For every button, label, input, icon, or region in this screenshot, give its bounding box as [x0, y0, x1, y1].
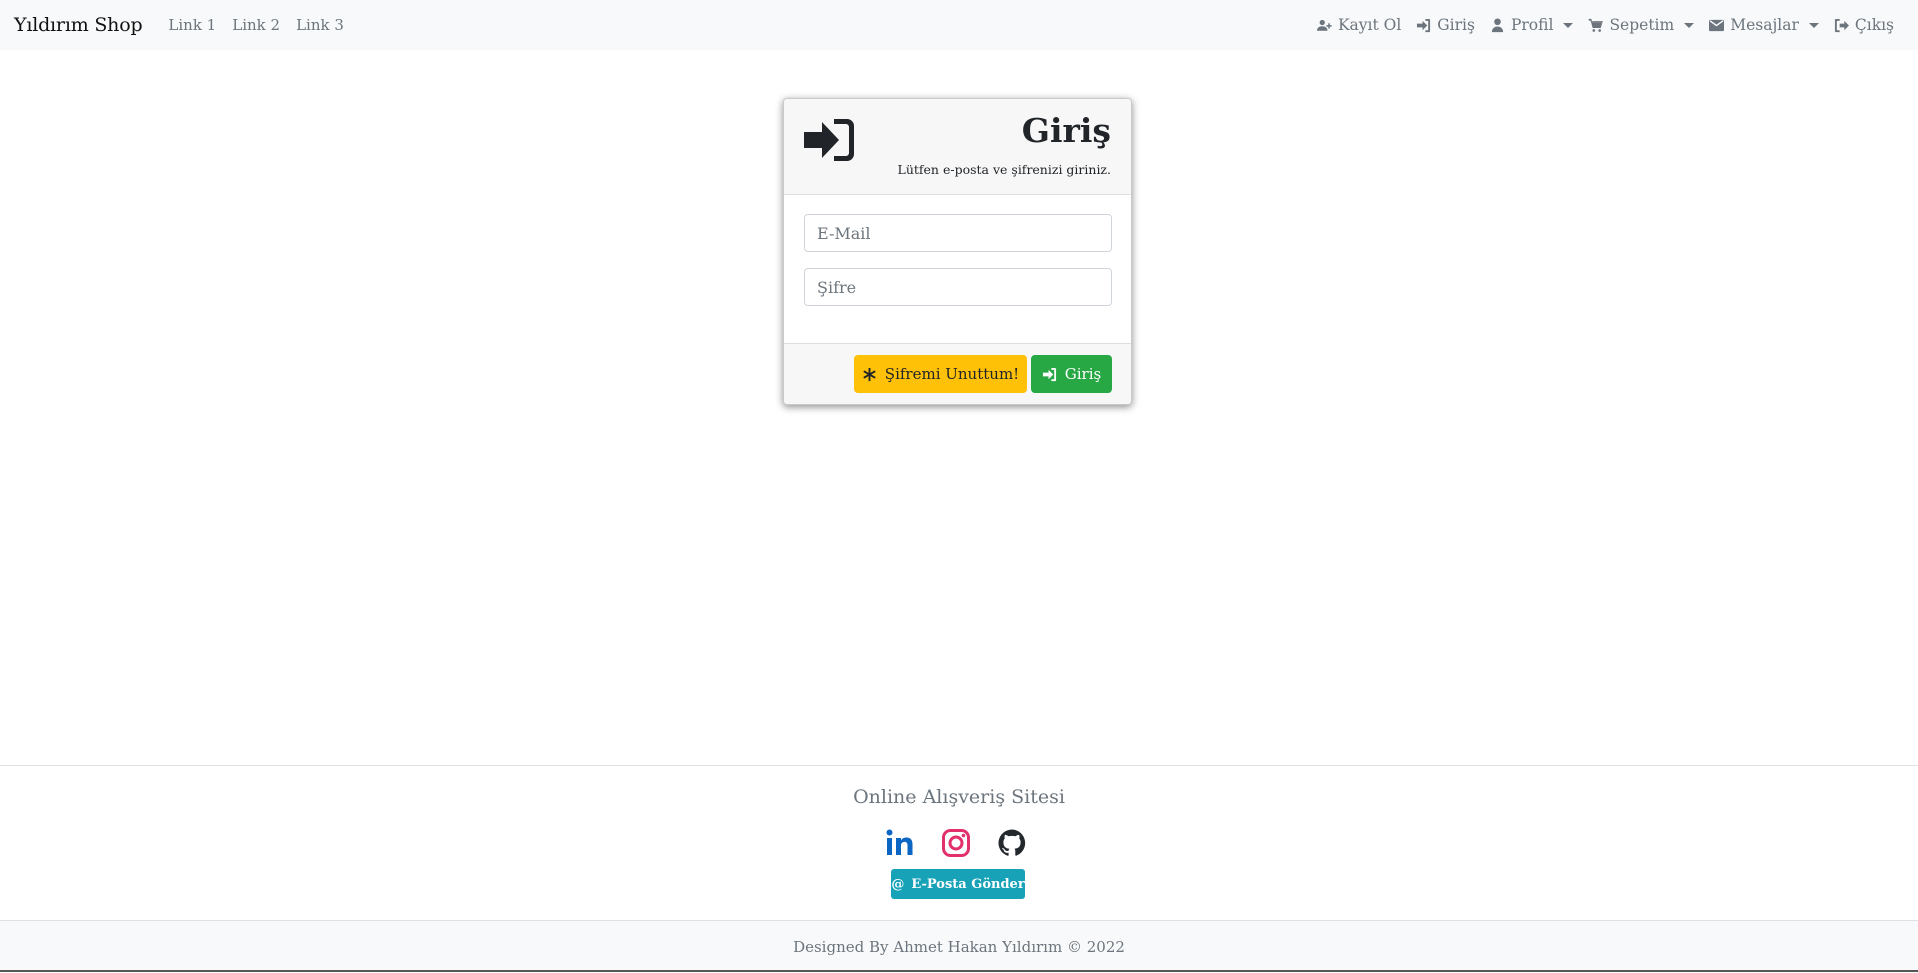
nav-link-1[interactable]: Link 1: [168, 16, 216, 34]
navbar: Yıldırım Shop Link 1 Link 2 Link 3 Kayıt…: [0, 0, 1918, 50]
social-links: [885, 828, 1027, 858]
footer-title: Online Alışveriş Sitesi: [853, 786, 1065, 808]
nav-link-3[interactable]: Link 3: [296, 16, 344, 34]
at-sign-icon: @: [891, 876, 905, 892]
nav-logout[interactable]: Çıkış: [1834, 16, 1894, 34]
send-email-label: E-Posta Gönder: [911, 876, 1025, 892]
nav-right: Kayıt Ol Giriş Profil Sepetim Mesajlar Ç…: [1316, 16, 1904, 34]
login-button-label: Giriş: [1064, 365, 1102, 383]
site-footer: Online Alışveriş Sitesi @ E-Posta Gönder…: [0, 765, 1918, 973]
nav-login-label: Giriş: [1437, 16, 1475, 34]
login-card-footer: Şifremi Unuttum! Giriş: [784, 343, 1131, 404]
send-email-button[interactable]: @ E-Posta Gönder: [891, 869, 1025, 899]
login-title: Giriş: [1021, 111, 1111, 150]
login-subtitle: Lütfen e-posta ve şifrenizi giriniz.: [897, 162, 1111, 177]
password-input[interactable]: [804, 268, 1112, 306]
forgot-password-label: Şifremi Unuttum!: [884, 365, 1020, 383]
nav-register[interactable]: Kayıt Ol: [1316, 16, 1402, 34]
user-icon: [1491, 17, 1504, 32]
nav-cart-dropdown[interactable]: Sepetim: [1588, 16, 1695, 34]
copyright-text: Designed By Ahmet Hakan Yıldırım © 2022: [793, 938, 1125, 956]
nav-profile-dropdown[interactable]: Profil: [1490, 16, 1574, 34]
asterisk-icon: [863, 367, 876, 381]
nav-messages-label: Mesajlar: [1730, 16, 1799, 34]
login-card-header: Giriş Lütfen e-posta ve şifrenizi girini…: [784, 99, 1131, 195]
nav-link-2[interactable]: Link 2: [232, 16, 280, 34]
copyright-bar: Designed By Ahmet Hakan Yıldırım © 2022: [0, 920, 1918, 973]
sign-out-icon: [1834, 18, 1849, 32]
sign-in-icon: [804, 119, 854, 161]
linkedin-icon[interactable]: [885, 828, 915, 858]
bottom-divider: [0, 970, 1918, 972]
user-plus-icon: [1316, 19, 1332, 31]
nav-messages-dropdown[interactable]: Mesajlar: [1709, 16, 1819, 34]
nav-login[interactable]: Giriş: [1416, 16, 1475, 34]
envelope-icon: [1709, 19, 1725, 31]
sign-in-icon: [1417, 18, 1431, 32]
forgot-password-button[interactable]: Şifremi Unuttum!: [854, 355, 1027, 393]
nav-left-links: Link 1 Link 2 Link 3: [168, 16, 343, 34]
github-icon[interactable]: [997, 828, 1027, 858]
chevron-down-icon: [1808, 22, 1819, 28]
nav-register-label: Kayıt Ol: [1337, 16, 1402, 34]
nav-logout-label: Çıkış: [1854, 16, 1894, 34]
sign-in-icon: [1042, 367, 1056, 381]
cart-icon: [1588, 18, 1604, 32]
nav-profile-label: Profil: [1510, 16, 1554, 34]
chevron-down-icon: [1684, 22, 1695, 28]
email-input[interactable]: [804, 214, 1112, 252]
chevron-down-icon: [1563, 22, 1574, 28]
instagram-icon[interactable]: [941, 828, 971, 858]
login-card: Giriş Lütfen e-posta ve şifrenizi girini…: [783, 98, 1132, 405]
brand-link[interactable]: Yıldırım Shop: [14, 14, 143, 36]
nav-cart-label: Sepetim: [1609, 16, 1675, 34]
login-button[interactable]: Giriş: [1031, 355, 1112, 393]
